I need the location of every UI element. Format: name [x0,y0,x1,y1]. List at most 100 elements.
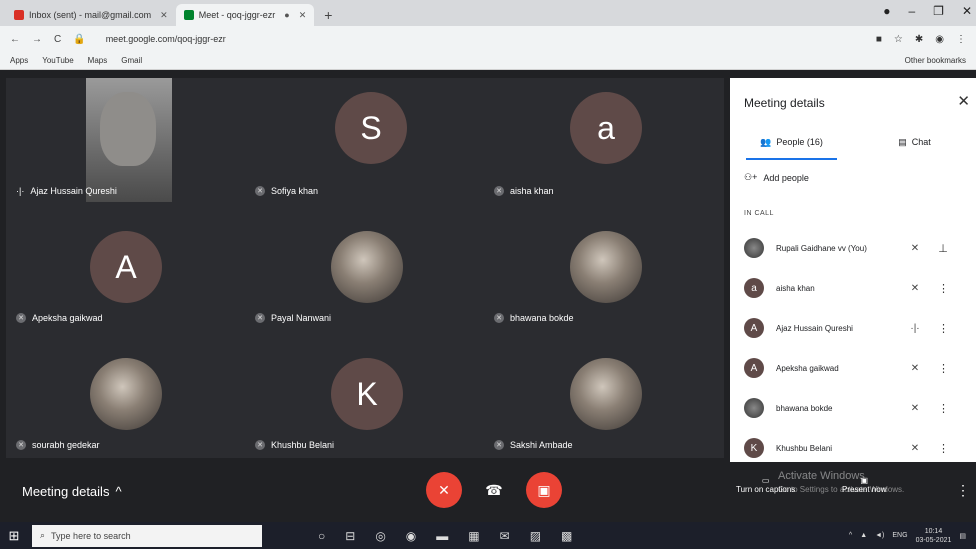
tile-sofiya[interactable]: S ✕ Sofiya khan [245,78,484,204]
tile-sourabh[interactable]: ✕ sourabh gedekar [6,332,245,458]
clock[interactable]: 10:14 03-05-2021 [916,527,952,545]
windows-start-icon[interactable]: ⊞ [0,522,28,549]
more-options-icon[interactable]: ⋮ [938,282,949,295]
star-icon[interactable]: ☆ [894,34,903,45]
more-options-icon[interactable]: ⋮ [938,322,949,335]
url-field[interactable]: meet.google.com/qoq-jggr-ezr [106,34,226,44]
mic-off-icon: ✕ [16,313,26,323]
store-icon[interactable]: ▦ [468,529,479,543]
bookmark-youtube[interactable]: YouTube [42,56,73,65]
list-item[interactable]: a aisha khan ✕ ⋮ [730,268,976,308]
extensions-icon[interactable]: ✱ [915,34,923,45]
list-item[interactable]: A Ajaz Hussain Qureshi ·|· ⋮ [730,308,976,348]
tile-name: ✕ bhawana bokde [494,313,574,323]
tile-name: ✕ Payal Nanwani [255,313,331,323]
tab-gmail-title: Inbox (sent) - mail@gmail.com [29,10,152,20]
list-item[interactable]: A Apeksha gaikwad ✕ ⋮ [730,348,976,388]
tile-name: ✕ Khushbu Belani [255,440,334,450]
tile-name: ✕ sourabh gedekar [16,440,100,450]
profile-avatar-icon[interactable]: ◉ [935,34,944,45]
tab-chat[interactable]: ▤ Chat [853,128,976,156]
notification-icon[interactable]: ▤ [959,532,966,540]
app-icon[interactable]: ▩ [561,529,572,543]
pin-icon[interactable]: ⊥ [938,242,948,255]
avatar-photo [90,358,162,430]
meeting-details-button[interactable]: Meeting details ^ [22,484,122,499]
tile-name: ✕ aisha khan [494,186,554,196]
tile-payal[interactable]: ✕ Payal Nanwani [245,205,484,331]
video-feed [86,78,172,202]
language-indicator[interactable]: ENG [892,532,907,539]
add-person-icon: ⚇+ [744,172,758,182]
more-options-icon[interactable]: ⋮ [938,402,949,415]
volume-icon[interactable]: ◄) [875,532,884,539]
close-window-button[interactable]: ✕ [962,4,972,18]
mic-off-icon: ✕ [16,440,26,450]
mail-icon[interactable]: ✉ [500,529,510,543]
people-list: Rupali Gaidhane vv (You) ✕ ⊥ a aisha kha… [730,228,976,468]
avatar: a [744,278,764,298]
close-tab-icon[interactable]: ✕ [299,10,307,21]
lock-icon[interactable]: 🔒 [73,34,85,45]
bookmark-gmail[interactable]: Gmail [121,56,142,65]
close-tab-icon[interactable]: ✕ [160,10,168,21]
bookmark-maps[interactable]: Maps [88,56,108,65]
menu-kebab-icon[interactable]: ⋮ [956,34,966,45]
camera-toggle-button[interactable]: ▣ [526,472,562,508]
avatar [744,398,764,418]
more-options-icon[interactable]: ⋮ [956,482,970,499]
mic-off-icon: ✕ [910,402,920,414]
camera-indicator-icon[interactable]: ■ [876,34,882,45]
close-icon[interactable]: ✕ [957,92,970,110]
windows-taskbar: ⊞ ⌕ Type here to search ○ ⊟ ◎ ◉ ▬ ▦ ✉ ▨ … [0,522,976,549]
tab-meet-title: Meet - qoq-jggr-ezr [198,10,276,20]
reload-icon[interactable]: C [54,34,61,45]
participant-face [100,92,156,166]
network-icon[interactable]: ▲ [860,532,867,539]
list-item[interactable]: Rupali Gaidhane vv (You) ✕ ⊥ [730,228,976,268]
cortana-icon[interactable]: ○ [318,529,325,543]
system-tray: ^ ▲ ◄) ENG 10:14 03-05-2021 ▤ [849,527,976,545]
list-item[interactable]: bhawana bokde ✕ ⋮ [730,388,976,428]
meeting-controls-bar: Meeting details ^ ✕ ☎ ▣ ▭ Turn on captio… [0,462,976,520]
bookmark-apps[interactable]: Apps [10,56,28,65]
meeting-details-panel: Meeting details ✕ 👥 People (16) ▤ Chat ⚇… [730,78,976,462]
tile-name: ✕ Sofiya khan [255,186,318,196]
leave-call-button[interactable]: ☎ [476,472,512,508]
more-options-icon[interactable]: ⋮ [938,362,949,375]
tile-khushbu[interactable]: K ✕ Khushbu Belani [245,332,484,458]
tile-apeksha[interactable]: A ✕ Apeksha gaikwad [6,205,245,331]
mic-off-icon: ✕ [910,442,920,454]
tab-meet[interactable]: Meet - qoq-jggr-ezr ● ✕ [175,4,315,26]
maximize-button[interactable]: ❐ [933,4,944,18]
edge-icon[interactable]: ◎ [375,529,385,543]
profile-icon[interactable]: ● [883,4,890,18]
tile-bhawana[interactable]: ✕ bhawana bokde [484,205,723,331]
avatar-photo [570,358,642,430]
meet-favicon-icon [183,10,194,20]
new-tab-button[interactable]: + [314,4,342,26]
tile-aisha[interactable]: a ✕ aisha khan [484,78,723,204]
chrome-icon[interactable]: ◉ [406,529,416,543]
minimize-button[interactable]: – [908,4,915,18]
chevron-up-icon: ^ [115,484,122,499]
taskbar-search-input[interactable]: ⌕ Type here to search [32,524,262,547]
back-icon[interactable]: ← [10,34,20,45]
mic-toggle-button[interactable]: ✕ [426,472,462,508]
avatar: K [744,438,764,458]
task-view-icon[interactable]: ⊟ [345,529,355,543]
tile-sakshi[interactable]: ✕ Sakshi Ambade [484,332,723,458]
more-options-icon[interactable]: ⋮ [938,442,949,455]
forward-icon[interactable]: → [32,34,42,45]
chevron-up-icon[interactable]: ^ [849,532,852,539]
other-bookmarks[interactable]: Other bookmarks [905,56,966,65]
search-icon: ⌕ [40,530,46,540]
tile-ajaz[interactable]: ·|· Ajaz Hussain Qureshi [6,78,245,204]
browser-tab-strip: Inbox (sent) - mail@gmail.com ✕ Meet - q… [0,0,976,26]
address-bar-row: ← → C 🔒 meet.google.com/qoq-jggr-ezr ■ ☆… [0,26,976,52]
tab-gmail[interactable]: Inbox (sent) - mail@gmail.com ✕ [6,4,176,26]
tab-people[interactable]: 👥 People (16) [730,128,853,160]
file-explorer-icon[interactable]: ▬ [436,529,448,543]
photos-icon[interactable]: ▨ [530,529,541,543]
add-people-button[interactable]: ⚇+ Add people [744,172,809,183]
